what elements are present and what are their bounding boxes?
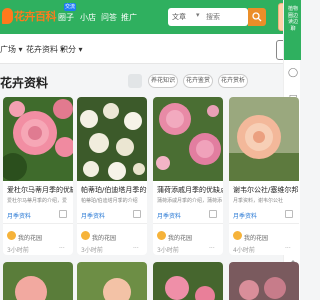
nav-item-shop[interactable]: 小店 [80, 12, 96, 23]
nav-badge: 交流 [64, 3, 76, 11]
card-image[interactable] [229, 97, 299, 181]
sub-navbar: 广场 ▾ 花卉资料 ▾ 积分 ▾ [0, 34, 300, 64]
flower-photo [229, 262, 299, 300]
bookmark-icon[interactable] [209, 210, 217, 218]
chip-care-tips[interactable]: 养花知识 [148, 74, 178, 88]
card-divider [153, 223, 223, 224]
search-input[interactable] [206, 10, 246, 24]
bookmark-icon[interactable] [285, 210, 293, 218]
card-image[interactable] [3, 97, 73, 181]
more-icon[interactable]: ··· [285, 245, 291, 252]
chip-analysis[interactable]: 花卉赏析 [218, 74, 248, 88]
nav-item-circle[interactable]: 圈子 [58, 12, 74, 23]
author-avatar[interactable] [233, 231, 242, 240]
article-card[interactable]: 帕蒂珀/伯迪塔月季的介绍 帕蒂珀/伯迪塔月季的介绍 月季资料 我的花园 3小时前… [77, 97, 147, 255]
site-logo[interactable]: 花卉百科 [2, 6, 57, 28]
logo-text: 花卉百科 [14, 10, 57, 23]
section-title: 花卉资料 [0, 76, 49, 90]
card-excerpt: 帕蒂珀/伯迪塔月季的介绍 [81, 198, 138, 204]
article-card[interactable]: 蒲荷添戚月季的优缺点 蒲荷添戚月季的介绍，蒲荷添 月季资料 我的花园 3小时前 … [153, 97, 223, 255]
card-author[interactable]: 我的花园 [92, 233, 116, 242]
flower-photo [3, 262, 73, 300]
bookmark-icon[interactable] [133, 210, 141, 218]
card-divider [77, 223, 147, 224]
card-title[interactable]: 谢韦尔公社/塞维尔邦 [233, 185, 299, 195]
card-excerpt: 爱杜尔马蒂月季的介绍，爱 [7, 198, 68, 204]
article-card-image[interactable] [3, 262, 73, 300]
subnav-item-flower-info[interactable]: 花卉资料 ▾ [26, 44, 65, 55]
article-card-image[interactable] [229, 262, 299, 300]
article-card-image[interactable] [153, 262, 223, 300]
white-rose-photo [77, 97, 147, 181]
card-title[interactable]: 爱杜尔马蒂月季的优缺点 [7, 185, 73, 195]
subnav-item-square[interactable]: 广场 ▾ [0, 44, 23, 55]
card-time: 3小时前 [81, 247, 103, 254]
author-avatar[interactable] [81, 231, 90, 240]
card-author[interactable]: 我的花园 [18, 233, 42, 242]
card-time: 4小时前 [233, 247, 255, 254]
filter-toggle-button[interactable] [128, 74, 142, 88]
author-avatar[interactable] [7, 231, 16, 240]
sidebar-promo[interactable]: 植物圈边读边聊 [284, 0, 301, 60]
card-tag[interactable]: 月季资料 [81, 211, 105, 220]
author-avatar[interactable] [157, 231, 166, 240]
card-divider [3, 223, 73, 224]
more-icon[interactable]: ··· [209, 245, 215, 252]
card-divider [229, 223, 299, 224]
nav-item-qa[interactable]: 问答 [101, 12, 117, 23]
card-image[interactable] [153, 97, 223, 181]
pink-rose-photo [153, 97, 223, 181]
search-box: 文章 ▾ [168, 8, 248, 26]
search-icon [252, 12, 262, 22]
card-author[interactable]: 我的花园 [168, 233, 192, 242]
more-icon[interactable]: ··· [59, 245, 65, 252]
chip-appreciation[interactable]: 花卉鉴赏 [183, 74, 213, 88]
bookmark-icon[interactable] [59, 210, 67, 218]
flower-photo [153, 262, 223, 300]
search-scope-select[interactable]: 文章 [172, 12, 186, 22]
sidebar-promo-text: 植物圈边读边聊 [287, 6, 298, 32]
more-icon[interactable]: ··· [133, 245, 139, 252]
card-title[interactable]: 帕蒂珀/伯迪塔月季的介绍 [81, 185, 147, 195]
subnav-item-points[interactable]: 积分 ▾ [60, 44, 83, 55]
search-button[interactable] [248, 8, 266, 26]
chevron-down-icon: ▾ [196, 11, 200, 19]
peach-rose-photo [229, 97, 299, 181]
card-tag[interactable]: 月季资料 [7, 211, 31, 220]
card-image[interactable] [77, 97, 147, 181]
card-tag[interactable]: 月季资料 [157, 211, 181, 220]
article-card[interactable]: 爱杜尔马蒂月季的优缺点 爱杜尔马蒂月季的介绍，爱 月季资料 我的花园 3小时前 … [3, 97, 73, 255]
card-excerpt: 蒲荷添戚月季的介绍，蒲荷添 [157, 198, 223, 204]
card-author[interactable]: 我的花园 [244, 233, 268, 242]
flower-photo [77, 262, 147, 300]
nav-item-promote[interactable]: 推广 [121, 12, 137, 23]
card-excerpt: 月季资料，谢韦尔公社 [233, 198, 284, 204]
card-time: 3小时前 [7, 247, 29, 254]
article-card[interactable]: 谢韦尔公社/塞维尔邦 月季资料，谢韦尔公社 月季资料 我的花园 4小时前 ··· [229, 97, 299, 255]
card-tag[interactable]: 月季资料 [233, 211, 257, 220]
article-card-image[interactable] [77, 262, 147, 300]
rose-photo [3, 97, 73, 181]
user-icon[interactable]: ◯ [288, 68, 298, 78]
logo-mark-icon [2, 8, 13, 24]
top-navbar: 花卉百科 交流 圈子 小店 问答 推广 文章 ▾ [0, 0, 300, 34]
card-time: 3小时前 [157, 247, 179, 254]
card-title[interactable]: 蒲荷添戚月季的优缺点 [157, 185, 223, 195]
